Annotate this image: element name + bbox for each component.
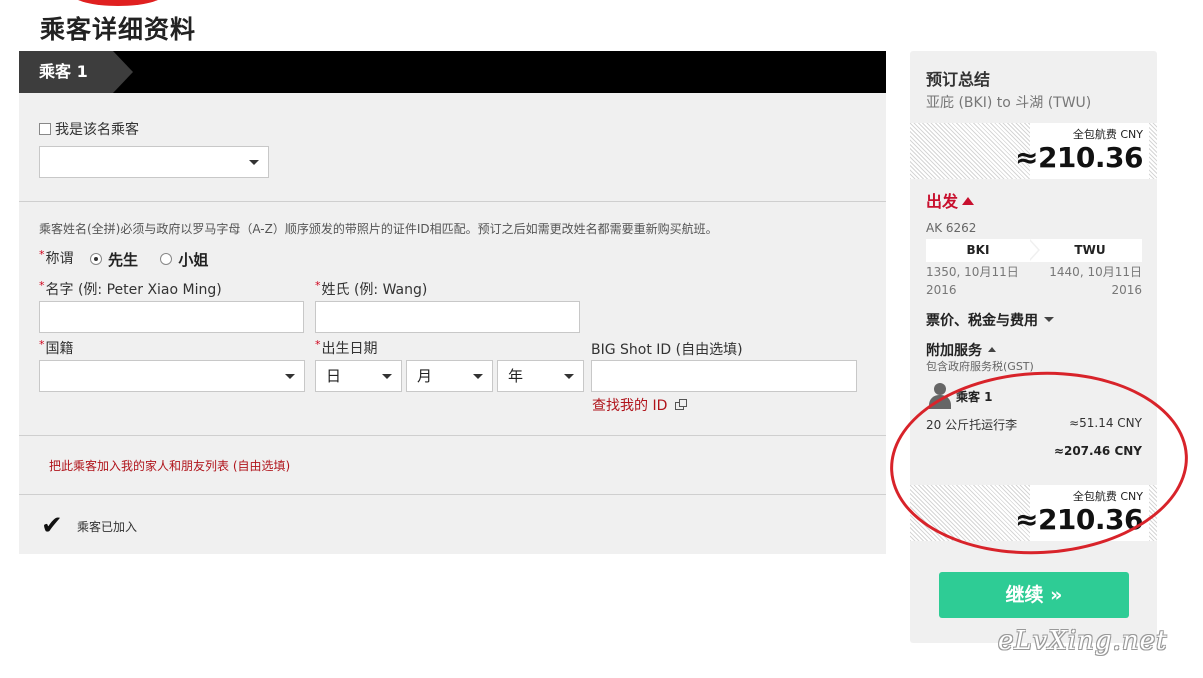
hatch-pattern <box>1149 123 1157 179</box>
last-name-label: 姓氏 (例: Wang) <box>321 282 428 298</box>
dob-month-select[interactable]: 月 <box>406 360 493 392</box>
fare-breakdown-toggle[interactable]: 票价、税金与费用 <box>926 310 1054 330</box>
chevron-down-icon <box>564 374 574 379</box>
arrival-year: 2016 <box>1111 283 1142 297</box>
passenger-added-text: 乘客已加入 <box>77 519 138 534</box>
chevron-down-icon <box>473 374 483 379</box>
red-annotation-blob <box>72 0 164 6</box>
passenger-form-panel: 乘客 1 我是该名乘客 乘客姓名(全拼)必须与政府以罗马字母（A-Z）顺序颁发的… <box>19 51 886 554</box>
first-name-label-row: *名字 (例: Peter Xiao Ming) <box>39 279 222 299</box>
chevron-down-icon <box>285 374 295 379</box>
nationality-select[interactable] <box>39 360 305 392</box>
last-name-input[interactable] <box>315 301 580 333</box>
required-mark: * <box>315 338 321 351</box>
chevron-down-icon <box>382 374 392 379</box>
route-chevron-icon <box>1028 239 1038 261</box>
addons-label: 附加服务 <box>926 343 982 359</box>
flight-number: AK 6262 <box>926 221 977 235</box>
self-passenger-checkbox-row[interactable]: 我是该名乘客 <box>39 119 139 139</box>
section-divider <box>19 494 886 495</box>
caret-up-icon <box>988 347 996 352</box>
saved-passenger-select[interactable] <box>39 146 269 178</box>
self-passenger-label: 我是该名乘客 <box>55 122 139 138</box>
total-price-value: ≈210.36 <box>1014 141 1144 174</box>
name-notice: 乘客姓名(全拼)必须与政府以罗马字母（A-Z）顺序颁发的带照片的证件ID相匹配。… <box>39 222 718 236</box>
arrival-time: 1440, 10月11日 2016 <box>1049 263 1142 299</box>
nationality-label: 国籍 <box>45 341 74 357</box>
title-label: 称谓 <box>45 251 74 267</box>
external-link-icon <box>675 399 688 410</box>
dob-label: 出生日期 <box>321 341 378 357</box>
chevron-down-icon <box>249 160 259 165</box>
add-to-family-link[interactable]: 把此乘客加入我的家人和朋友列表 (自由选填) <box>49 457 290 474</box>
radio-unselected-icon[interactable] <box>160 253 173 265</box>
title-option-ms: 小姐 <box>178 250 209 269</box>
required-mark: * <box>315 279 321 292</box>
total-price-box: 全包航费 CNY ≈210.36 <box>910 123 1157 179</box>
continue-button[interactable]: 继续 » <box>939 572 1129 618</box>
dob-year-select[interactable]: 年 <box>497 360 584 392</box>
page-title: 乘客详细资料 <box>40 15 197 44</box>
title-option-mr: 先生 <box>107 250 138 269</box>
summary-route: 亚庇 (BKI) to 斗湖 (TWU) <box>926 95 1092 111</box>
first-name-label: 名字 (例: Peter Xiao Ming) <box>45 282 222 298</box>
hatch-pattern <box>910 123 1030 179</box>
nationality-label-row: *国籍 <box>39 338 74 358</box>
first-name-input[interactable] <box>39 301 304 333</box>
page-root: 乘客详细资料 乘客 1 我是该名乘客 乘客姓名(全拼)必须与政府以罗马字母（A-… <box>0 0 1203 678</box>
destination-code: TWU <box>1074 243 1106 257</box>
caret-up-icon <box>962 197 975 205</box>
passenger-tab[interactable]: 乘客 1 <box>19 51 113 93</box>
depart-label: 出发 <box>926 192 959 211</box>
depart-toggle[interactable]: 出发 <box>926 188 975 212</box>
passenger-tab-arrow <box>113 51 133 93</box>
title-field: *称谓 先生 小姐 <box>39 248 226 270</box>
departure-datetime: 1350, 10月11日 <box>926 265 1019 279</box>
arrival-datetime: 1440, 10月11日 <box>1049 265 1142 279</box>
last-name-label-row: *姓氏 (例: Wang) <box>315 279 427 299</box>
required-mark: * <box>39 248 45 261</box>
bigshot-id-input[interactable] <box>591 360 857 392</box>
total-price-label: 全包航费 CNY <box>1072 128 1143 141</box>
section-divider <box>19 201 886 202</box>
radio-selected-icon[interactable] <box>89 253 102 265</box>
find-my-id-link[interactable]: 查找我的 ID <box>592 395 688 415</box>
required-mark: * <box>39 279 45 292</box>
title-radio-ms[interactable]: 小姐 <box>160 250 226 269</box>
addons-toggle[interactable]: 附加服务 <box>926 340 996 360</box>
checkmark-icon: ✔ <box>41 511 63 541</box>
route-bar: BKI TWU <box>926 239 1142 262</box>
gst-note: 包含政府服务税(GST) <box>926 360 1034 373</box>
passenger-added-row: ✔ 乘客已加入 <box>41 511 137 541</box>
dob-day-value: 日 <box>326 367 342 385</box>
required-mark: * <box>39 338 45 351</box>
summary-title: 预订总结 <box>926 70 991 89</box>
person-icon-head <box>934 383 946 395</box>
dob-day-select[interactable]: 日 <box>315 360 402 392</box>
departure-time: 1350, 10月11日 2016 <box>926 263 1019 299</box>
fare-breakdown-label: 票价、税金与费用 <box>926 313 1038 329</box>
passenger-header-bar: 乘客 1 <box>19 51 886 93</box>
section-divider <box>19 435 886 436</box>
watermark: eLvXing.net <box>998 626 1168 656</box>
title-radio-mr[interactable]: 先生 <box>89 250 156 269</box>
bigshot-label: BIG Shot ID (自由选填) <box>591 342 743 358</box>
self-passenger-checkbox[interactable] <box>39 123 51 135</box>
origin-code: BKI <box>966 243 990 257</box>
departure-year: 2016 <box>926 283 957 297</box>
find-my-id-label: 查找我的 ID <box>592 398 668 414</box>
dob-year-value: 年 <box>508 367 524 385</box>
dob-month-value: 月 <box>417 367 433 385</box>
dob-label-row: *出生日期 <box>315 338 378 358</box>
caret-down-icon <box>1044 317 1054 322</box>
